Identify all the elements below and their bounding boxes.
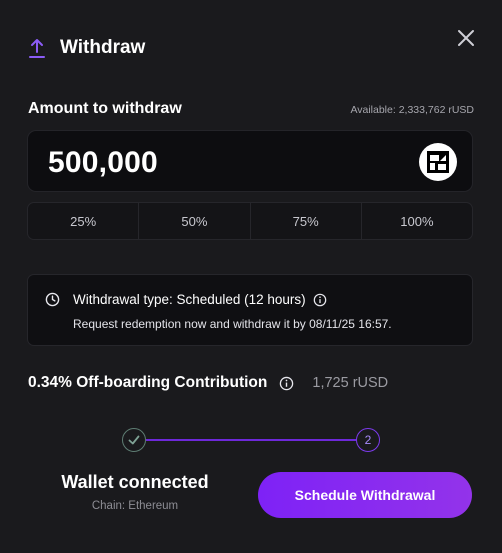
step-1-complete [122, 428, 146, 452]
withdrawal-type: Withdrawal type: Scheduled (12 hours) [73, 292, 327, 307]
withdrawal-type-text: Withdrawal type: Scheduled (12 hours) [73, 292, 306, 307]
amount-label: Amount to withdraw [28, 100, 182, 117]
info-icon[interactable] [313, 293, 327, 307]
percent-100-button[interactable]: 100% [362, 203, 472, 239]
wallet-connected-title: Wallet connected [61, 472, 209, 492]
percent-selector: 25% 50% 75% 100% [27, 202, 473, 240]
progress-stepper: 2 [122, 426, 380, 454]
contribution-value: 1,725 rUSD [312, 375, 389, 391]
schedule-withdrawal-button[interactable]: Schedule Withdrawal [258, 472, 472, 518]
contribution-label: 0.34% Off-boarding Contribution [28, 374, 268, 391]
amount-value[interactable]: 500,000 [48, 146, 158, 180]
stepper-line [146, 439, 356, 441]
modal-title: Withdraw [60, 37, 146, 58]
contribution-info-icon[interactable] [279, 376, 294, 391]
percent-50-button[interactable]: 50% [139, 203, 251, 239]
close-icon[interactable] [454, 26, 478, 50]
percent-25-button[interactable]: 25% [28, 203, 140, 239]
amount-row: Amount to withdraw Available: 2,333,762 … [28, 100, 474, 118]
withdrawal-description: Request redemption now and withdraw it b… [73, 317, 392, 331]
percent-75-button[interactable]: 75% [251, 203, 362, 239]
amount-input[interactable]: 500,000 [27, 130, 473, 192]
contribution-row: 0.34% Off-boarding Contribution 1,725 rU… [28, 374, 388, 392]
checkmark-icon [128, 435, 140, 445]
withdrawal-info-box: Withdrawal type: Scheduled (12 hours) Re… [27, 274, 473, 346]
modal-header: Withdraw [28, 36, 145, 60]
clock-icon [45, 292, 60, 307]
step-2-indicator: 2 [356, 428, 380, 452]
upload-arrow-icon [29, 39, 45, 58]
wallet-chain: Chain: Ethereum [91, 500, 179, 512]
available-balance: Available: 2,333,762 rUSD [350, 104, 474, 116]
wallet-status: Wallet connected Chain: Ethereum [40, 472, 230, 512]
token-logo-icon [419, 143, 457, 181]
withdraw-modal: Withdraw Amount to withdraw Available: 2… [0, 0, 502, 553]
